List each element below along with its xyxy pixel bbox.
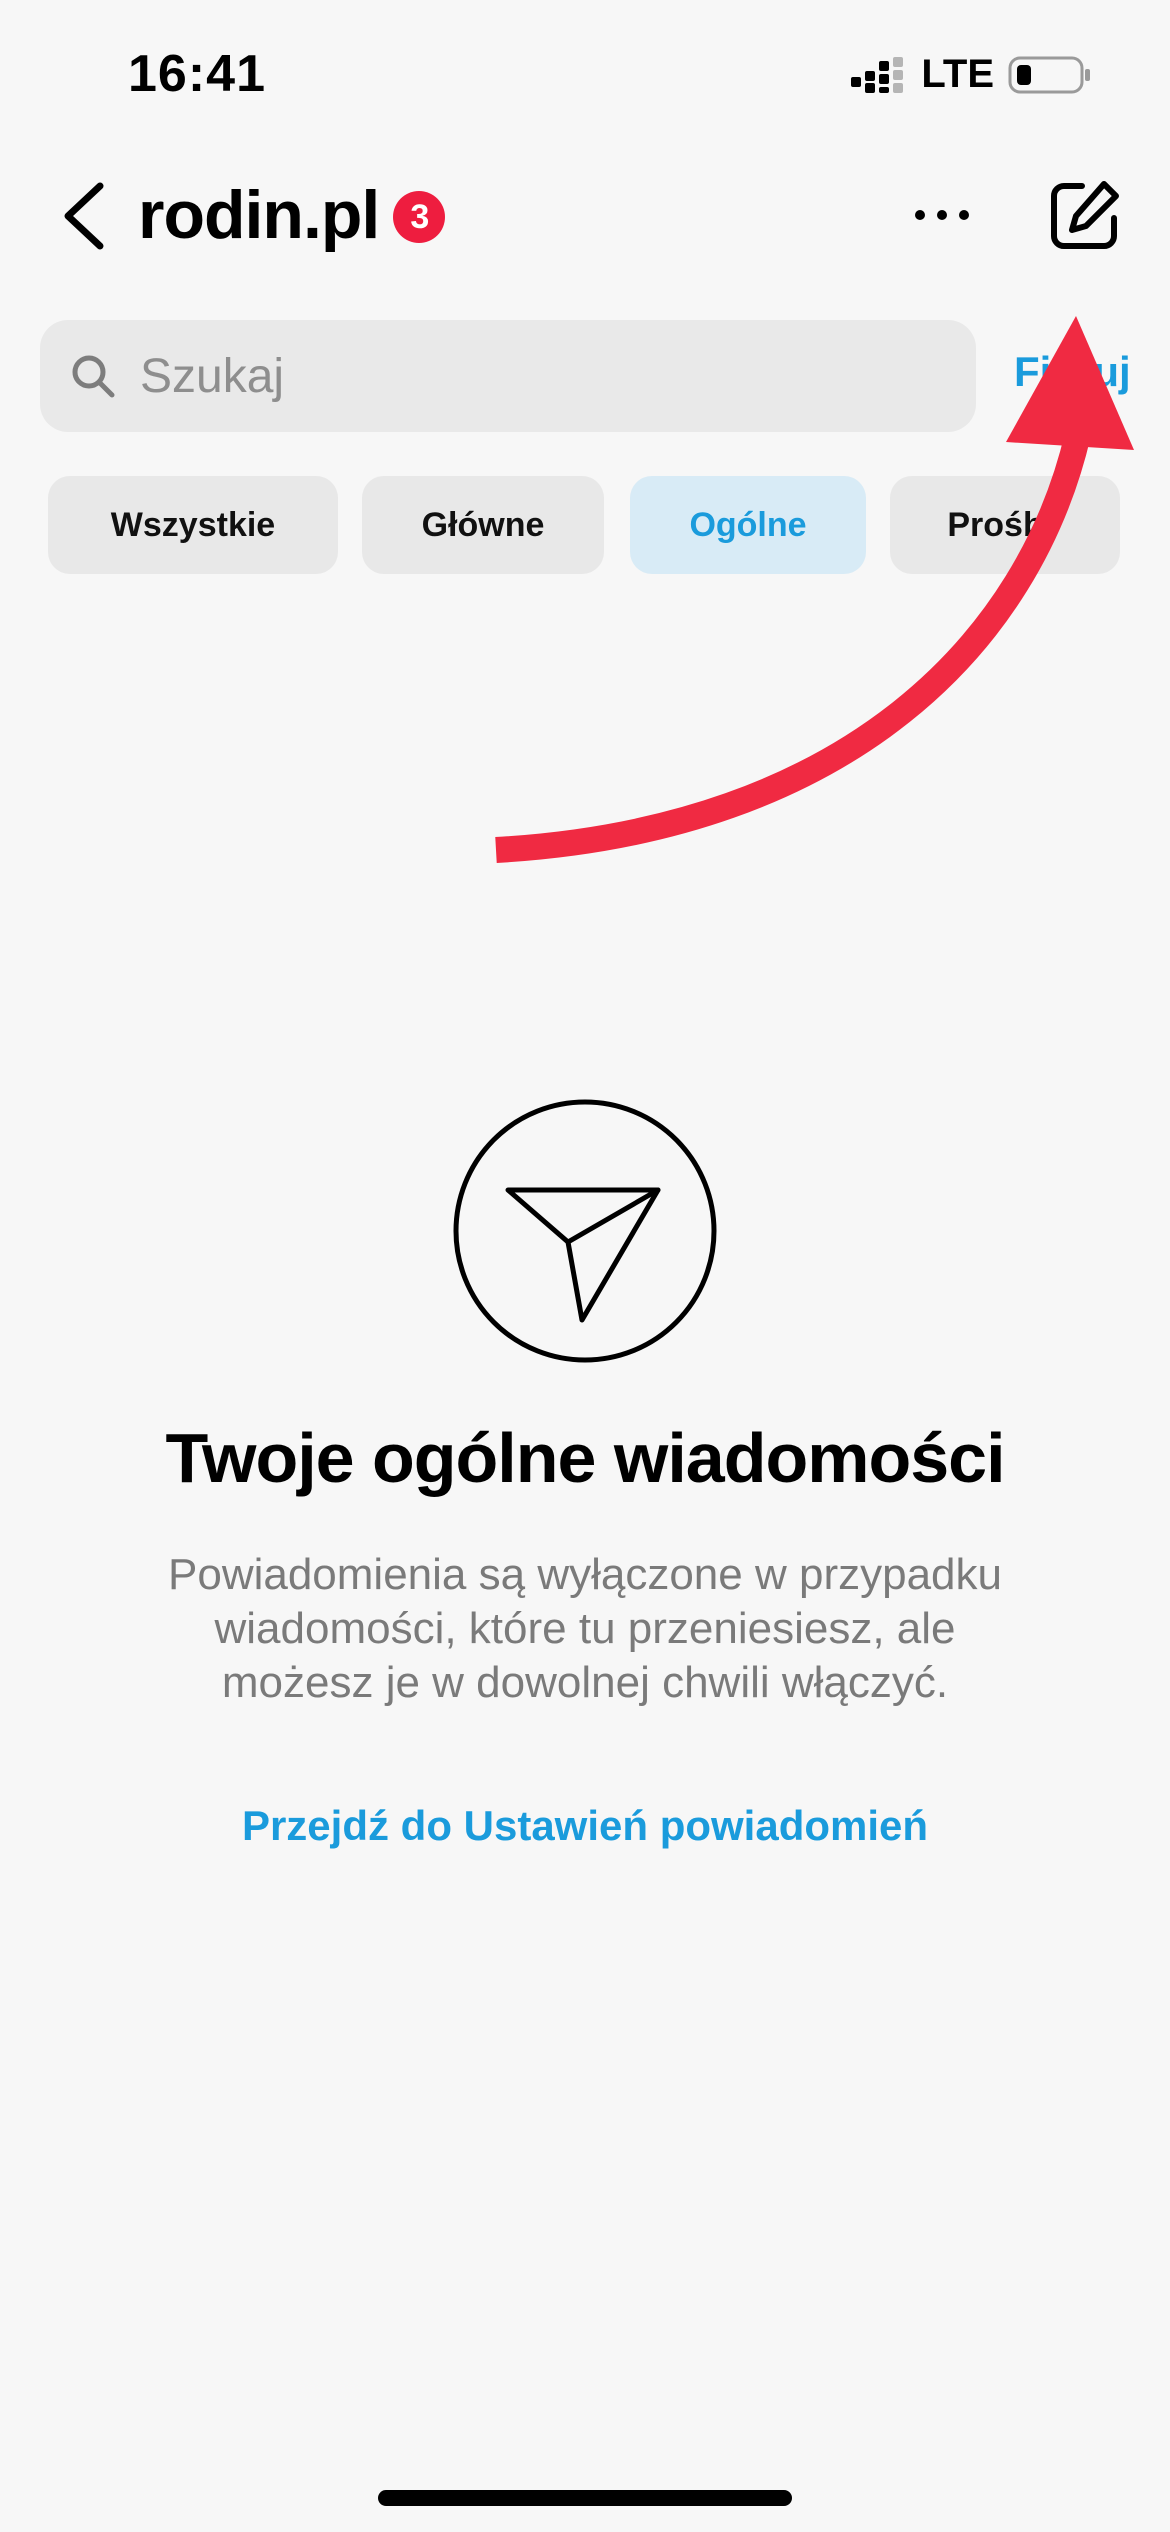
back-chevron-icon [64,182,104,250]
back-button[interactable] [56,178,116,254]
status-indicators: LTE [851,52,1092,97]
tab-all[interactable]: Wszystkie [48,476,338,574]
compose-button[interactable] [1048,178,1122,252]
more-options-button[interactable] [912,200,972,230]
signal-icon [851,56,904,93]
notification-badge: 3 [393,191,446,243]
tab-requests[interactable]: Prośby [890,476,1120,574]
empty-state-title: Twoje ogólne wiadomości [165,1419,1005,1497]
empty-state-description: Powiadomienia są wyłączone w przypadku w… [168,1550,1002,1707]
filter-button[interactable]: Filtruj [1014,348,1131,396]
account-name: rodin.pl [138,177,380,253]
tab-primary[interactable]: Główne [362,476,604,574]
more-dots-icon [915,210,969,220]
notification-settings-link[interactable]: Przejdź do Ustawień powiadomień [0,1802,1170,1850]
battery-icon [1008,56,1090,93]
search-bar[interactable] [40,320,976,432]
compose-icon [1051,181,1119,249]
tab-general[interactable]: Ogólne [630,476,866,574]
search-icon [72,355,115,398]
search-input[interactable] [138,325,942,427]
status-time: 16:41 [128,45,266,103]
home-indicator[interactable] [378,2490,792,2506]
account-switcher[interactable]: rodin.pl 3 [138,176,446,254]
arrow-icon [495,316,1134,863]
paper-plane-icon [453,1099,717,1363]
empty-state-icon [452,1098,718,1364]
network-type: LTE [921,52,994,96]
